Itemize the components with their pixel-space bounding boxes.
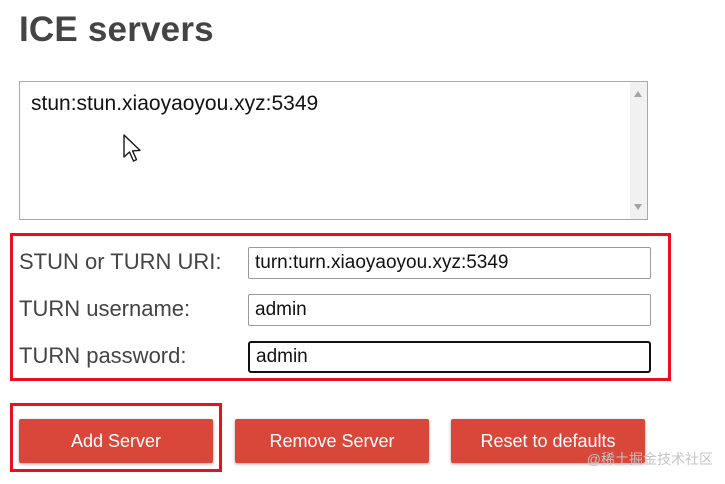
username-input[interactable] [248, 294, 651, 326]
scroll-down-arrow-icon[interactable] [634, 204, 642, 210]
password-input[interactable] [248, 341, 651, 373]
password-label: TURN password: [19, 343, 187, 368]
username-label: TURN username: [19, 296, 191, 321]
page-title: ICE servers [19, 10, 214, 49]
scroll-up-arrow-icon[interactable] [634, 91, 642, 97]
mouse-pointer-icon [123, 134, 141, 162]
remove-server-button[interactable]: Remove Server [235, 419, 429, 463]
server-list[interactable]: stun:stun.xiaoyaoyou.xyz:5349 [19, 81, 648, 220]
uri-input[interactable] [248, 247, 651, 279]
uri-label: STUN or TURN URI: [19, 249, 222, 274]
add-server-button[interactable]: Add Server [19, 419, 213, 463]
scrollbar[interactable] [630, 82, 647, 219]
watermark: @稀土掘金技术社区 [586, 451, 713, 467]
server-list-item[interactable]: stun:stun.xiaoyaoyou.xyz:5349 [31, 92, 318, 116]
